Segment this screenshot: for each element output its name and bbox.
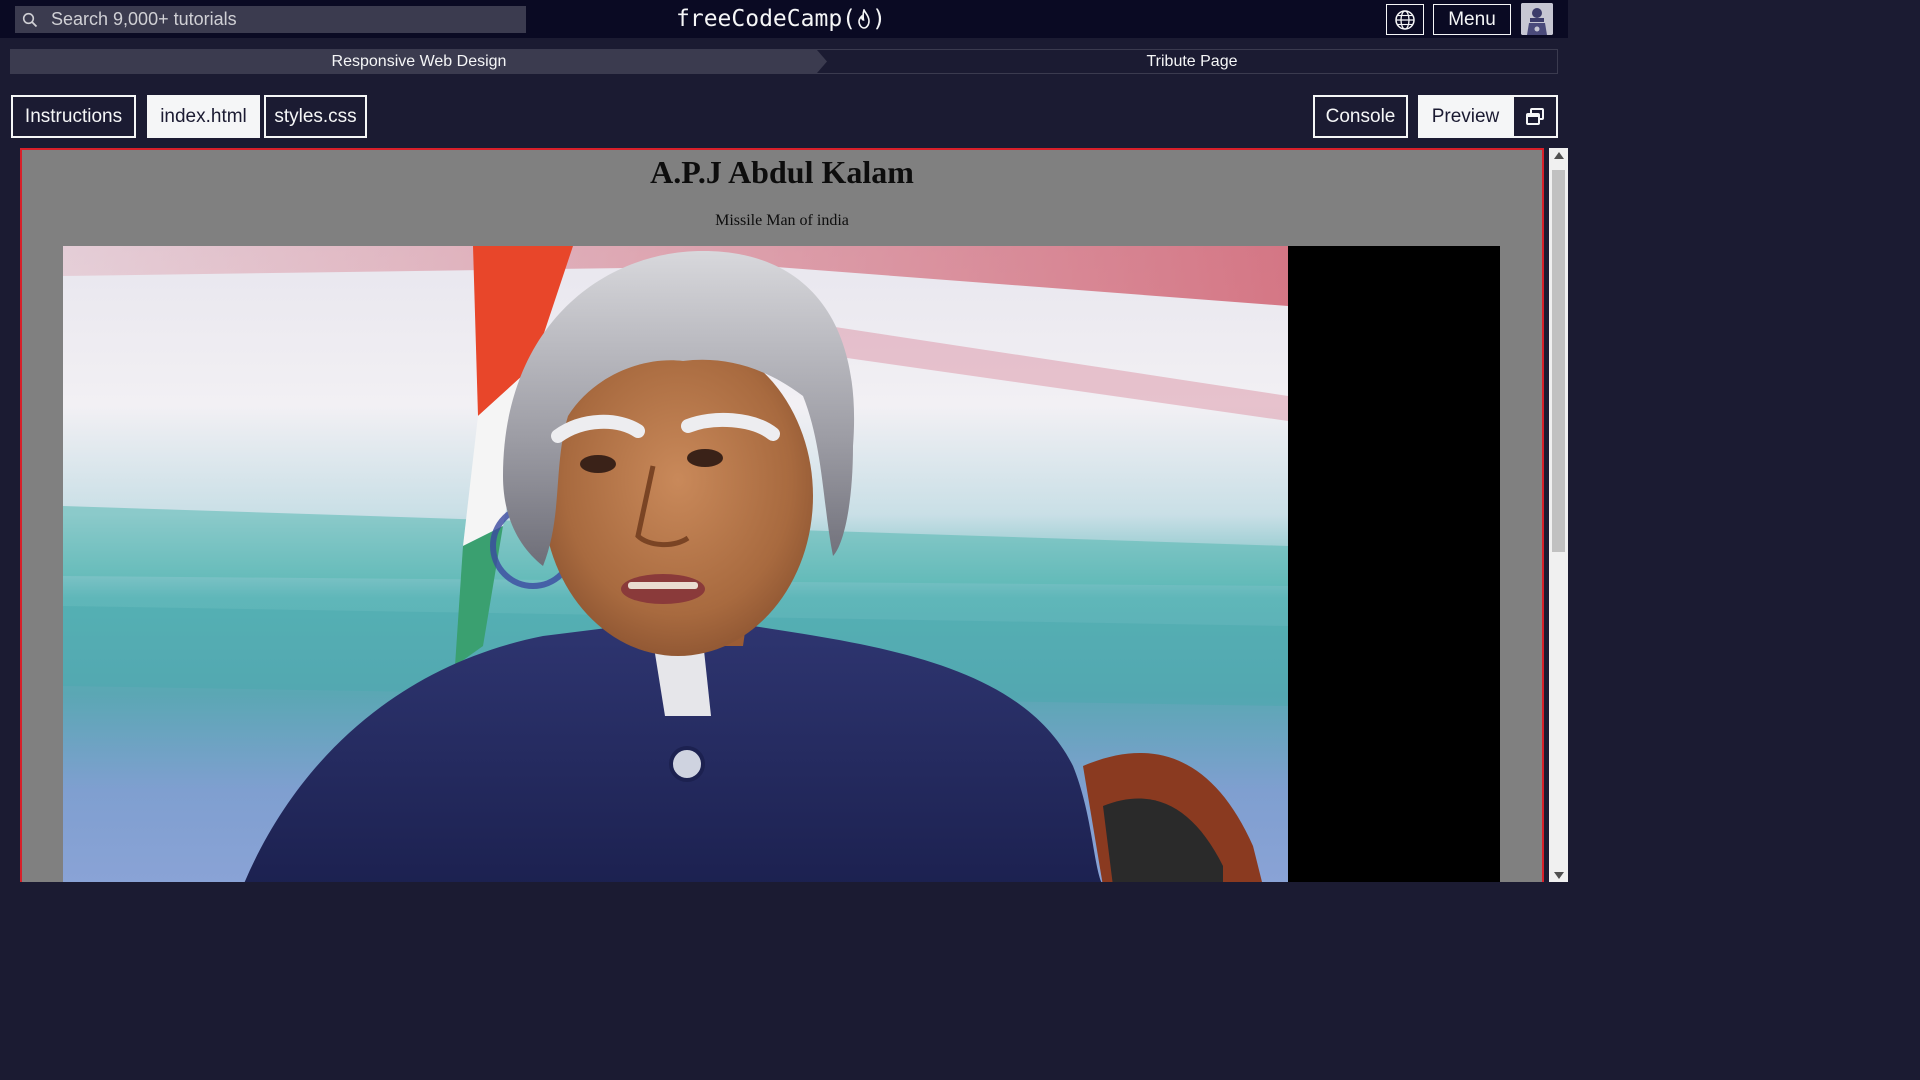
preview-popout-button[interactable] [1512,95,1558,138]
portrait-photo [63,246,1288,882]
tab-console[interactable]: Console [1313,95,1408,138]
page-subtitle: Missile Man of india [715,212,849,229]
search-placeholder: Search 9,000+ tutorials [51,9,237,29]
preview-frame: A.P.J Abdul Kalam Missile Man of india [20,148,1544,882]
breadcrumb: Responsive Web Design Tribute Page [10,49,1558,74]
breadcrumb-challenge[interactable]: Tribute Page [827,50,1557,73]
preview-scrollbar[interactable] [1549,148,1568,882]
tab-index-html[interactable]: index.html [147,95,260,138]
page-title: A.P.J Abdul Kalam [650,154,914,190]
popout-window-icon [1526,107,1544,125]
flame-icon [858,9,870,29]
editor-divider[interactable] [0,148,12,882]
tab-instructions[interactable]: Instructions [11,95,136,138]
tab-styles-css[interactable]: styles.css [264,95,367,138]
top-nav: Search 9,000+ tutorials freeCodeCamp( ) … [0,0,1568,38]
search-icon [22,12,38,27]
scroll-up-arrow-icon[interactable] [1554,152,1564,159]
avatar-icon [1521,3,1553,35]
logo-text-right: ) [872,6,886,32]
user-avatar[interactable] [1521,3,1553,35]
image-container [63,246,1500,882]
scroll-thumb[interactable] [1552,170,1565,552]
search-input[interactable]: Search 9,000+ tutorials [15,6,526,33]
tab-preview[interactable]: Preview [1418,95,1513,138]
menu-button[interactable]: Menu [1433,4,1511,35]
breadcrumb-superblock[interactable]: Responsive Web Design [11,50,827,73]
language-button[interactable] [1386,4,1424,35]
freecodecamp-logo[interactable]: freeCodeCamp( ) [676,4,886,34]
scroll-down-arrow-icon[interactable] [1554,872,1564,879]
globe-icon [1395,9,1415,30]
logo-text-left: freeCodeCamp( [676,6,857,32]
